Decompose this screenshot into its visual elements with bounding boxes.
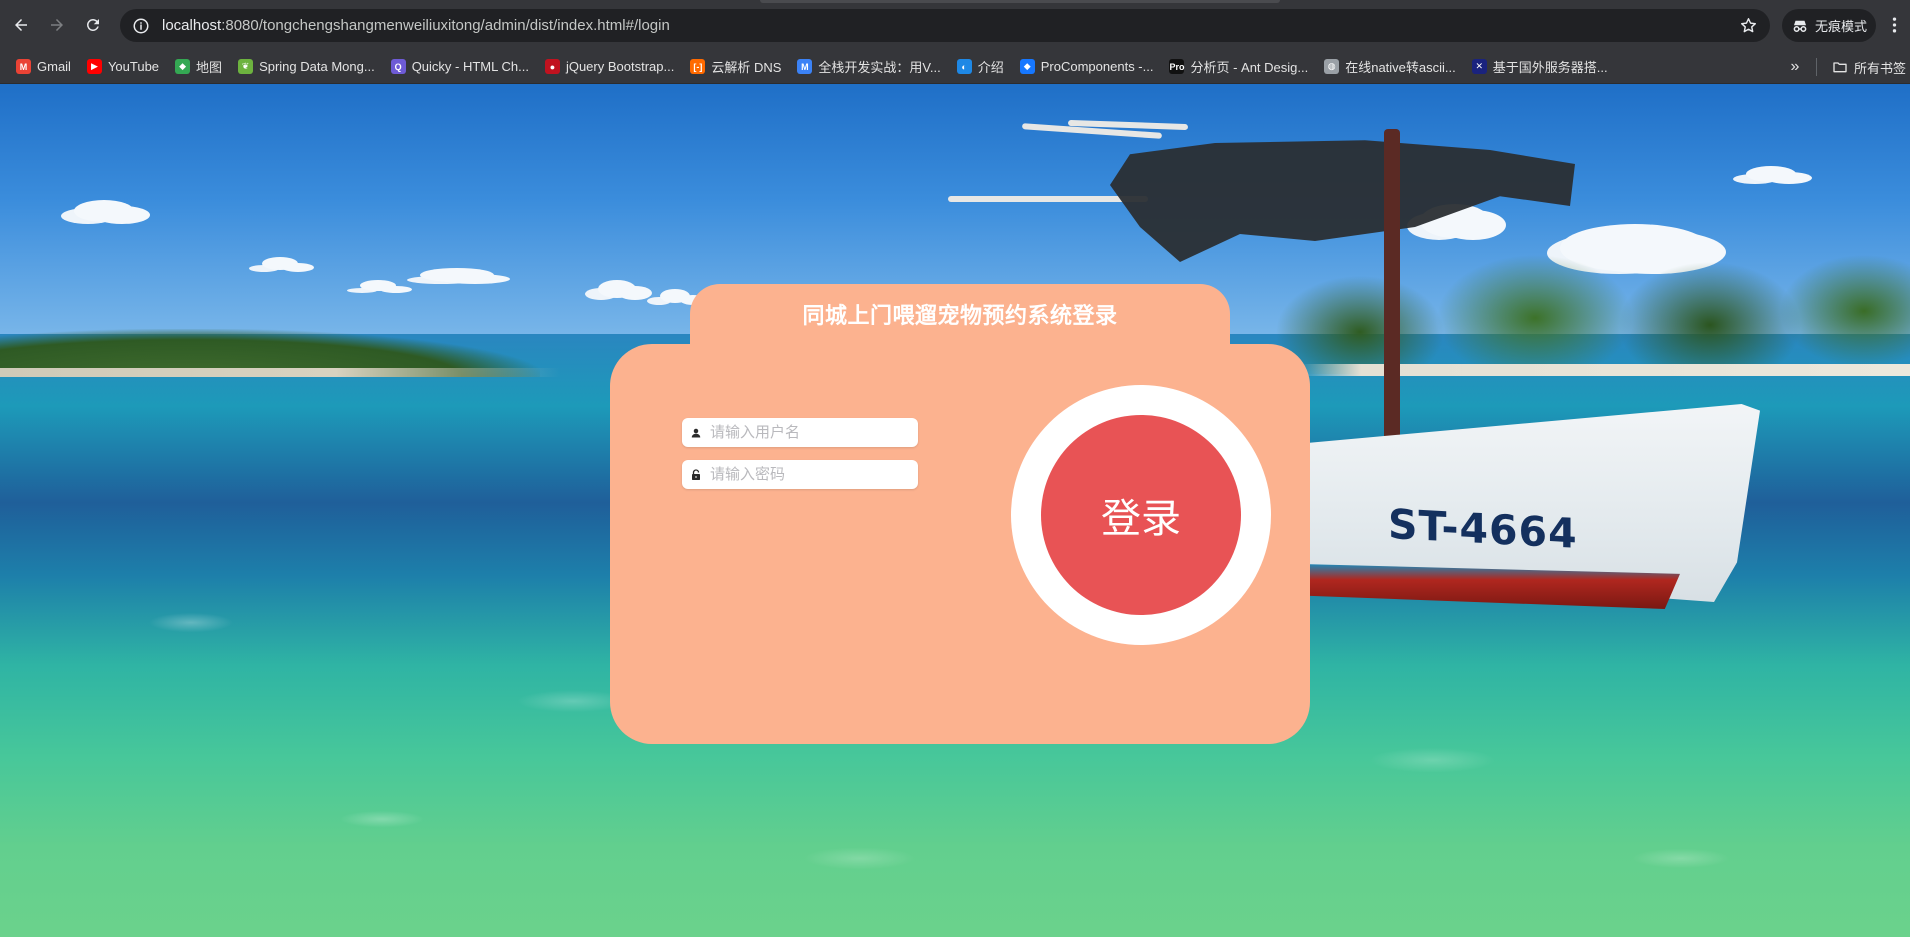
- login-card: 同城上门喂遛宠物预约系统登录 登录: [610, 284, 1310, 744]
- maps-icon: ◆: [175, 59, 191, 74]
- bookmark-label: 地图: [196, 60, 223, 75]
- antd-icon: ◆: [1019, 59, 1035, 74]
- bookmarks-divider: [1816, 58, 1817, 76]
- login-title: 同城上门喂遛宠物预约系统登录: [802, 303, 1118, 328]
- bookmarks-bar: M Gmail ▶ YouTube ◆ 地图 ❦ Spring Data Mong... Q Qu…: [0, 50, 1910, 84]
- bookmark-item[interactable]: [-] 云解析 DNS: [682, 54, 789, 80]
- bookmark-label: Quicky - HTML Ch...: [411, 59, 529, 74]
- username-field[interactable]: [682, 418, 918, 447]
- background-cloud: [420, 268, 494, 282]
- url-path: :8080/tongchengshangmenweiliuxitong/admi…: [221, 17, 670, 34]
- bookmark-label: 在线native转ascii...: [1345, 60, 1456, 75]
- tab-strip-edge: [760, 0, 1280, 3]
- bookmark-label: ProComponents -...: [1040, 59, 1154, 74]
- incognito-indicator[interactable]: 无痕模式: [1782, 9, 1876, 42]
- bookmark-item[interactable]: ◆ ProComponents -...: [1012, 54, 1162, 80]
- bookmark-label: 云解析 DNS: [711, 60, 782, 75]
- site-info-icon[interactable]: [132, 17, 150, 35]
- bookmark-label: Gmail: [37, 59, 71, 74]
- bookmarks-overflow-button[interactable]: »: [1782, 54, 1808, 80]
- bookmark-label: jQuery Bootstrap...: [565, 59, 675, 74]
- flag-icon: ✕: [1471, 59, 1487, 74]
- forward-button[interactable]: [40, 8, 74, 42]
- bookmark-label: YouTube: [107, 59, 160, 74]
- password-field[interactable]: [682, 460, 918, 489]
- youtube-icon: ▶: [86, 59, 102, 74]
- bookmark-item[interactable]: ❦ Spring Data Mong...: [230, 54, 383, 80]
- browser-menu-button[interactable]: [1882, 12, 1906, 38]
- boat-pole: [948, 196, 1148, 202]
- lock-icon: [692, 468, 700, 480]
- bookmark-item[interactable]: M Gmail: [8, 54, 79, 80]
- arrow-left-icon: [15, 19, 27, 31]
- all-bookmarks-button[interactable]: 所有书签: [1832, 54, 1906, 80]
- bookmark-label: 分析页 - Ant Desig...: [1190, 60, 1309, 75]
- incognito-label: 无痕模式: [1814, 19, 1867, 34]
- globe-icon: ◐: [956, 59, 972, 74]
- boat-registration: ST-4664: [1388, 500, 1578, 558]
- bookmark-item[interactable]: ✕ 基于国外服务器搭...: [1464, 54, 1616, 80]
- doc-icon: M: [797, 59, 813, 74]
- more-vertical-icon: [1892, 17, 1896, 33]
- bookmark-label: 基于国外服务器搭...: [1492, 60, 1608, 75]
- bookmark-item[interactable]: M 全栈开发实战：用V...: [789, 54, 948, 80]
- login-button[interactable]: 登录: [1041, 415, 1241, 615]
- jquery-icon: ●: [544, 59, 560, 74]
- bookmark-item[interactable]: ● jQuery Bootstrap...: [537, 54, 682, 80]
- background-island-right: [1220, 234, 1910, 374]
- arrow-right-icon: [51, 19, 63, 31]
- username-input[interactable]: [710, 419, 910, 446]
- spring-icon: ❦: [238, 59, 254, 74]
- reload-icon: [86, 18, 99, 31]
- pro-icon: Pro: [1169, 59, 1184, 74]
- bookmark-item[interactable]: ▶ YouTube: [79, 54, 167, 80]
- address-bar[interactable]: localhost:8080/tongchengshangmenweiliuxi…: [120, 9, 1770, 42]
- quicky-icon: Q: [390, 59, 406, 74]
- bookmark-item[interactable]: ◐ 介绍: [949, 54, 1012, 80]
- web-icon: ◍: [1324, 59, 1340, 74]
- back-button[interactable]: [4, 8, 38, 42]
- aliyun-icon: [-]: [690, 59, 706, 74]
- url-host: localhost: [162, 17, 222, 34]
- folder-icon: [1833, 62, 1847, 73]
- bookmark-label: 全栈开发实战：用V...: [818, 60, 941, 75]
- background-cloud: [1746, 166, 1796, 182]
- incognito-icon: [1793, 20, 1807, 32]
- background-cloud: [74, 200, 134, 222]
- bookmark-item[interactable]: Q Quicky - HTML Ch...: [383, 54, 537, 80]
- bookmark-item[interactable]: Pro 分析页 - Ant Desig...: [1161, 54, 1316, 80]
- bookmark-label: 介绍: [977, 60, 1004, 75]
- gmail-icon: M: [16, 59, 31, 74]
- background-cloud: [360, 280, 396, 291]
- password-input[interactable]: [710, 461, 910, 488]
- background-shore-left: [0, 368, 560, 377]
- bookmark-label: Spring Data Mong...: [259, 59, 375, 74]
- user-icon: [691, 428, 701, 437]
- bookmark-star-icon[interactable]: [1739, 16, 1758, 35]
- bookmark-item[interactable]: ◍ 在线native转ascii...: [1316, 54, 1464, 80]
- browser-toolbar: localhost:8080/tongchengshangmenweiliuxi…: [0, 0, 1910, 50]
- reload-button[interactable]: [76, 8, 110, 42]
- bookmark-item[interactable]: ◆ 地图: [167, 54, 230, 80]
- all-bookmarks-label: 所有书签: [1854, 60, 1907, 76]
- background-cloud: [262, 257, 298, 270]
